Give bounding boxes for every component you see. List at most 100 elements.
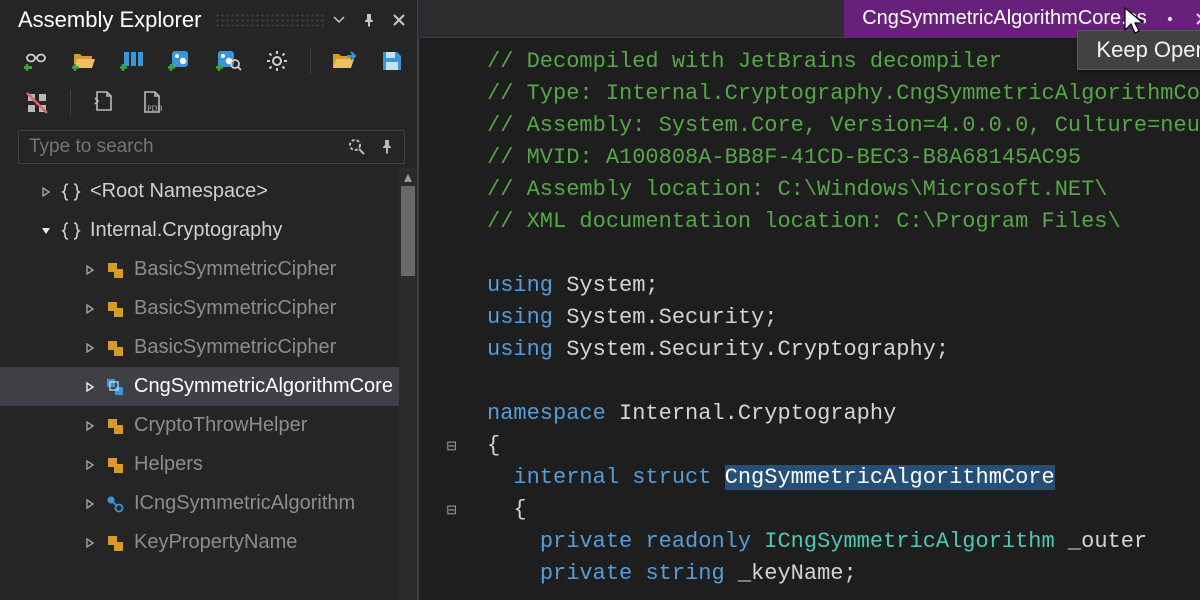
search-input[interactable] [19, 136, 340, 158]
code-gutter: ⊟ ⊟ [419, 38, 463, 600]
tree-node-root-namespace[interactable]: <Root Namespace> [0, 172, 417, 211]
code-brace: { [487, 433, 500, 458]
class-icon [104, 337, 126, 359]
export-folder-icon[interactable] [329, 46, 359, 76]
code-keyword: struct [632, 465, 711, 490]
panel-toolbar-2: PDB [0, 82, 417, 124]
search-row [18, 130, 405, 164]
tree-node-class[interactable]: BasicSymmetricCipher [0, 289, 417, 328]
expand-icon[interactable] [84, 537, 96, 549]
tree-scrollbar[interactable]: ▴ [399, 168, 417, 600]
expand-icon[interactable] [84, 420, 96, 432]
code-brace: { [487, 497, 527, 522]
expand-icon[interactable] [84, 381, 96, 393]
tree-node-class[interactable]: Helpers [0, 445, 417, 484]
tree-node-label: CngSymmetricAlgorithmCore [134, 375, 393, 398]
close-icon[interactable] [391, 12, 407, 28]
tree-node-label: KeyPropertyName [134, 531, 297, 554]
code-keyword: private [540, 529, 632, 554]
code-type: ICngSymmetricAlgorithm [764, 529, 1054, 554]
class-icon [104, 532, 126, 554]
tab-keep-open-icon[interactable] [1161, 12, 1179, 26]
tree-node-label: ICngSymmetricAlgorithm [134, 492, 355, 515]
code-keyword: namespace [487, 401, 606, 426]
braces-icon [60, 220, 82, 242]
tree-node-label: <Root Namespace> [90, 180, 268, 203]
collapse-icon[interactable] [40, 225, 52, 237]
scroll-up-icon[interactable]: ▴ [399, 168, 417, 186]
code-namespace-name: Internal.Cryptography [619, 401, 896, 426]
expand-icon[interactable] [84, 459, 96, 471]
tree-node-class[interactable]: CryptoThrowHelper [0, 406, 417, 445]
braces-icon [60, 181, 82, 203]
nuget-browse-icon[interactable] [214, 46, 244, 76]
references-icon[interactable] [22, 46, 52, 76]
code-type-name: CngSymmetricAlgorithmCore [725, 465, 1055, 490]
tree-node-class[interactable]: BasicSymmetricCipher [0, 250, 417, 289]
panel-toolbar-1 [0, 40, 417, 82]
class-icon [104, 298, 126, 320]
panel-titlebar: Assembly Explorer [0, 0, 417, 40]
tree-node-label: BasicSymmetricCipher [134, 258, 336, 281]
show-pdb-icon[interactable] [89, 88, 119, 118]
panel-title: Assembly Explorer [18, 7, 201, 33]
expand-icon[interactable] [40, 186, 52, 198]
class-icon [104, 259, 126, 281]
code-keyword: private [540, 561, 632, 586]
code-comment: // Decompiled with JetBrains decompiler [487, 49, 1002, 74]
save-icon[interactable] [377, 46, 407, 76]
open-file-icon[interactable] [70, 46, 100, 76]
toolbar-separator [310, 48, 311, 74]
code-comment: // Assembly location: C:\Windows\Microso… [487, 177, 1108, 202]
tree-node-cngsymmetricalgorithmcore[interactable]: CngSymmetricAlgorithmCore [0, 367, 417, 406]
tree-node-label: BasicSymmetricCipher [134, 297, 336, 320]
code-namespace-ref: System.Security.Cryptography; [566, 337, 949, 362]
class-icon [104, 454, 126, 476]
tree-node-label: Helpers [134, 453, 203, 476]
code-keyword: using [487, 273, 553, 298]
expand-icon[interactable] [84, 264, 96, 276]
tree-node-class[interactable]: BasicSymmetricCipher [0, 328, 417, 367]
code-namespace-ref: System; [566, 273, 658, 298]
code-keyword: using [487, 305, 553, 330]
code-keyword: readonly [645, 529, 751, 554]
expand-icon[interactable] [84, 303, 96, 315]
expand-icon[interactable] [84, 498, 96, 510]
code-comment: // Type: Internal.Cryptography.CngSymmet… [487, 81, 1200, 106]
class-icon [104, 415, 126, 437]
pdb-mode-icon[interactable]: PDB [137, 88, 167, 118]
tree-node-internal-cryptography[interactable]: Internal.Cryptography [0, 211, 417, 250]
tree-node-label: Internal.Cryptography [90, 219, 282, 242]
tree-node-class[interactable]: KeyPropertyName [0, 523, 417, 562]
code-comment: // XML documentation location: C:\Progra… [487, 209, 1121, 234]
code-editor[interactable]: ⊟ ⊟ // Decompiled with JetBrains decompi… [418, 38, 1200, 600]
open-nuget-icon[interactable] [166, 46, 196, 76]
code-identifier: _keyName; [738, 561, 857, 586]
assembly-tree[interactable]: <Root Namespace> Internal.Cryptography B… [0, 168, 417, 562]
code-comment: // Assembly: System.Core, Version=4.0.0.… [487, 113, 1200, 138]
clear-icon[interactable] [22, 88, 52, 118]
fold-icon[interactable]: ⊟ [419, 494, 463, 526]
tree-node-label: CryptoThrowHelper [134, 414, 307, 437]
panel-grip[interactable] [215, 13, 325, 27]
fold-icon[interactable]: ⊟ [419, 430, 463, 462]
tab-close-icon[interactable] [1193, 12, 1200, 26]
search-icon[interactable] [340, 137, 374, 157]
code-keyword: using [487, 337, 553, 362]
struct-icon [104, 376, 126, 398]
search-pin-icon[interactable] [374, 140, 400, 154]
toolbar-separator [70, 90, 71, 116]
dropdown-icon[interactable] [331, 12, 347, 28]
assembly-explorer-panel: Assembly Explorer PDB [0, 0, 418, 600]
keep-open-tooltip: Keep Open [1077, 30, 1200, 70]
expand-icon[interactable] [84, 342, 96, 354]
scroll-thumb[interactable] [401, 186, 415, 276]
open-gac-icon[interactable] [118, 46, 148, 76]
code-keyword: internal [513, 465, 619, 490]
editor-side: CngSymmetricAlgorithmCore.cs Keep Open ⊟… [418, 0, 1200, 600]
settings-icon[interactable] [262, 46, 292, 76]
tree-node-interface[interactable]: ICngSymmetricAlgorithm [0, 484, 417, 523]
code-identifier: _outer [1068, 529, 1147, 554]
code-content[interactable]: // Decompiled with JetBrains decompiler … [463, 38, 1200, 600]
pin-icon[interactable] [361, 12, 377, 28]
